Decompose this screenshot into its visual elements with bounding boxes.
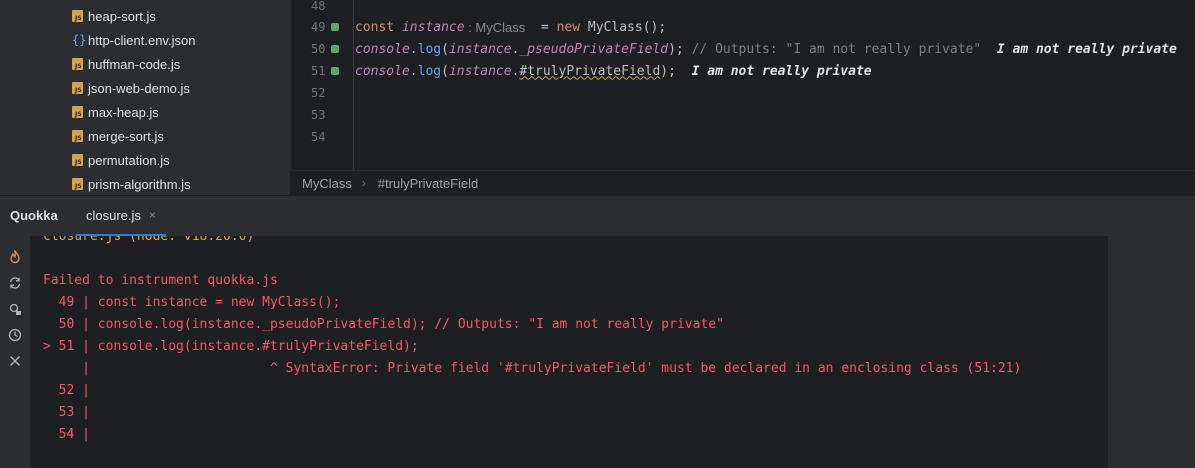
breadcrumb-field[interactable]: #trulyPrivateField — [378, 176, 478, 191]
tree-item-huffman-code[interactable]: huffman-code.js — [72, 52, 180, 76]
breadcrumb: MyClass › #trulyPrivateField — [290, 170, 1195, 195]
tree-item-prism-algorithm[interactable]: prism-algorithm.js — [72, 172, 191, 195]
tree-item-merge-sort[interactable]: merge-sort.js — [72, 124, 164, 148]
right-panel-gutter — [1108, 236, 1195, 468]
close-icon[interactable]: × — [149, 208, 156, 222]
quokka-console-output[interactable]: closure.js (node: v18.20.0) Failed to in… — [30, 236, 1108, 468]
tree-item-label: huffman-code.js — [88, 56, 181, 72]
tree-item-label: prism-algorithm.js — [88, 176, 191, 192]
js-file-icon — [72, 178, 83, 190]
tree-item-label: json-web-demo.js — [88, 80, 190, 96]
console-line: 54 | — [43, 426, 90, 442]
operator: = — [525, 19, 557, 35]
tree-item-json-web-demo[interactable]: json-web-demo.js — [72, 76, 190, 100]
private-field-error: #trulyPrivateField — [519, 63, 661, 79]
code-line-50[interactable]: console. log(instance. _pseudoPrivateField… — [355, 38, 1177, 60]
punctuation: . — [409, 41, 418, 57]
punctuation: ); — [660, 63, 676, 79]
object: console — [355, 41, 410, 57]
coverage-marker — [331, 67, 339, 75]
tree-item-permutation[interactable]: permutation.js — [72, 148, 170, 172]
tool-window-toolbar — [0, 236, 30, 468]
quokka-flame-icon[interactable] — [6, 248, 24, 266]
tree-item-max-heap[interactable]: max-heap.js — [72, 100, 159, 124]
field-name: _pseudoPrivateField — [519, 41, 669, 57]
js-file-icon — [72, 58, 83, 70]
js-file-icon — [72, 10, 83, 22]
close-icon[interactable] — [6, 352, 24, 370]
console-line: > 51 | console.log(instance.#trulyPrivat… — [43, 338, 419, 354]
tab-label: closure.js — [86, 207, 141, 223]
coverage-marker — [331, 45, 339, 53]
function-name: log — [417, 41, 442, 57]
tree-item-heap-sort[interactable]: heap-sort.js — [72, 4, 156, 28]
console-line: Failed to instrument quokka.js — [43, 272, 278, 288]
tool-window-header: Quokka closure.js × — [0, 195, 1195, 237]
tab-closure-js[interactable]: closure.js × — [76, 196, 166, 236]
type-hint: : MyClass — [464, 19, 526, 35]
code-line-49[interactable]: const instance : MyClass = new MyClass()… — [355, 16, 666, 38]
tree-item-label: http-client.env.json — [88, 32, 196, 48]
refresh-icon[interactable] — [6, 274, 24, 292]
punctuation: . — [511, 63, 520, 79]
tree-item-label: heap-sort.js — [88, 8, 156, 24]
punctuation: ( — [441, 41, 449, 57]
js-file-icon — [72, 106, 83, 118]
console-line: 53 | — [43, 404, 90, 420]
class-name: MyClass — [587, 19, 643, 35]
breadcrumb-class[interactable]: MyClass — [302, 176, 352, 191]
tool-window-title: Quokka — [10, 208, 58, 223]
line-number: 54 — [311, 130, 326, 144]
code-editor[interactable]: 48 49 50 51 52 53 54 const instance : My… — [290, 0, 1195, 170]
json-file-icon: {} — [72, 33, 87, 47]
js-file-icon — [72, 154, 83, 166]
punctuation: . — [511, 41, 520, 57]
line-number: 52 — [311, 86, 326, 100]
tree-item-label: merge-sort.js — [88, 128, 164, 144]
code-line-51[interactable]: console. log(instance. #trulyPrivateField)… — [355, 60, 872, 82]
variable: instance — [448, 63, 512, 79]
punctuation: (); — [642, 19, 667, 35]
punctuation: ( — [441, 63, 449, 79]
js-file-icon — [72, 82, 83, 94]
console-line: 52 | — [43, 382, 90, 398]
punctuation: ); — [668, 41, 684, 57]
tree-item-http-client-env[interactable]: {} http-client.env.json — [72, 28, 195, 52]
chevron-right-icon: › — [361, 176, 366, 190]
project-tree: heap-sort.js {} http-client.env.json huf… — [0, 0, 290, 195]
console-line: 49 | const instance = new MyClass(); — [43, 294, 341, 310]
variable: instance — [401, 19, 465, 35]
console-line: closure.js (node: v18.20.0) — [43, 236, 255, 244]
object: console — [355, 63, 410, 79]
variable: instance — [448, 41, 512, 57]
line-number: 48 — [311, 0, 326, 13]
punctuation: . — [409, 63, 418, 79]
keyword: const — [355, 19, 402, 35]
search-file-icon[interactable] — [6, 300, 24, 318]
js-file-icon — [72, 130, 83, 142]
comment: // Outputs: "I am not really private" — [683, 41, 982, 57]
console-line: | ^ SyntaxError: Private field '#trulyPr… — [43, 360, 1022, 376]
inline-result: I am not really private — [675, 63, 872, 79]
keyword: new — [556, 19, 588, 35]
tree-item-label: max-heap.js — [88, 104, 159, 120]
console-line: 50 | console.log(instance._pseudoPrivate… — [43, 316, 724, 332]
coverage-marker — [331, 23, 339, 31]
clock-icon[interactable] — [6, 326, 24, 344]
line-number: 53 — [311, 108, 326, 122]
gutter-divider — [353, 0, 354, 170]
inline-result: I am not really private — [981, 41, 1177, 57]
tree-item-label: permutation.js — [88, 152, 170, 168]
function-name: log — [417, 63, 442, 79]
